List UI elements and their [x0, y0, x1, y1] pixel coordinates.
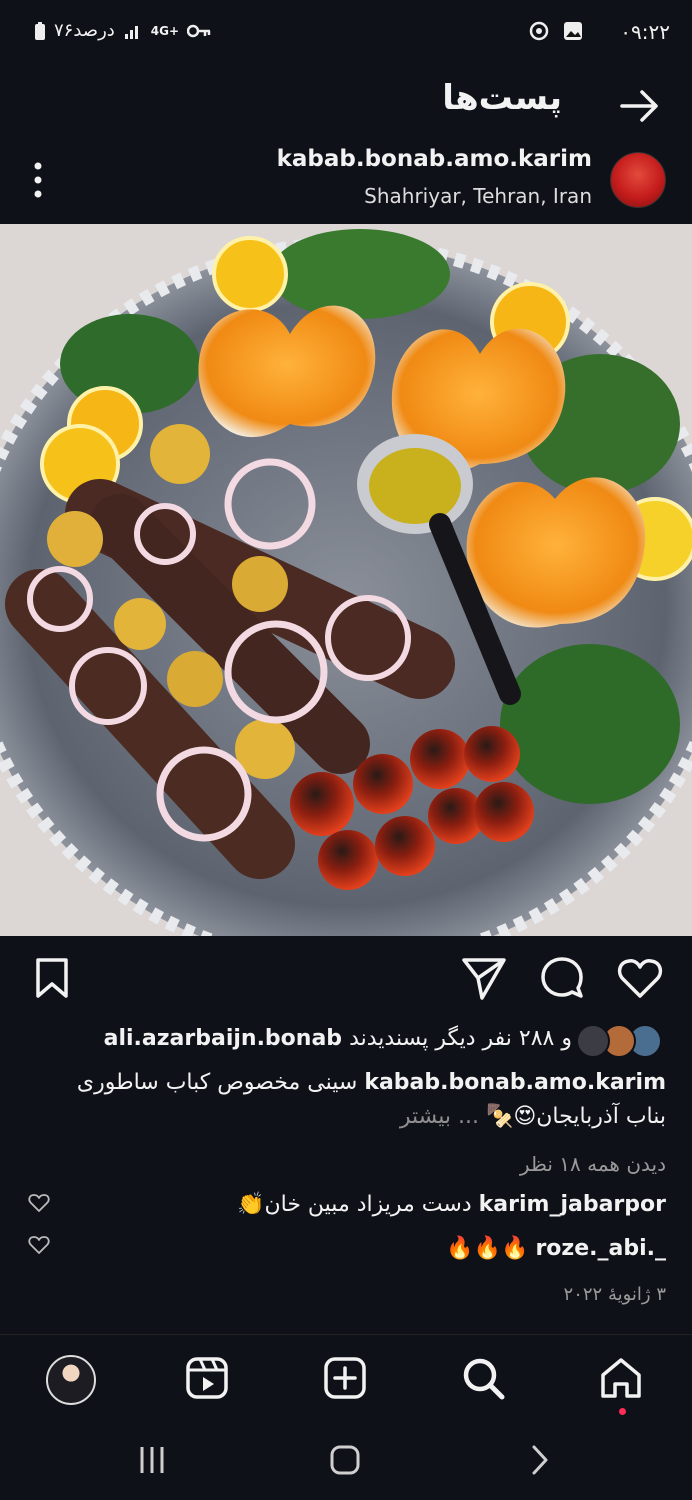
key-icon	[187, 24, 211, 37]
comment-text: دست مریزاد مبین خان👏	[237, 1192, 472, 1217]
bottom-nav	[0, 1334, 692, 1425]
likes-suffix: و ۲۸۸ نفر دیگر پسندیدند	[349, 1026, 572, 1051]
avatar[interactable]	[46, 1355, 96, 1405]
notification-dot	[619, 1408, 626, 1415]
avatar[interactable]	[610, 152, 666, 208]
bookmark-icon[interactable]	[28, 954, 76, 1002]
post-location[interactable]: Shahriyar, Tehran, Iran	[364, 184, 592, 208]
likes-text: و ۲۸۸ نفر دیگر پسندیدند ali.azarbaijn.bo…	[104, 1026, 572, 1051]
status-left: ۷۶درصد 4G+	[34, 20, 211, 41]
post-caption: kabab.bonab.amo.karim سینی مخصوص کباب سا…	[26, 1066, 666, 1134]
battery-icon	[35, 21, 45, 40]
post-header: kabab.bonab.amo.karim Shahriyar, Tehran,…	[0, 140, 692, 224]
add-icon[interactable]	[322, 1355, 368, 1401]
comment-item: karim_jabarpor دست مریزاد مبین خان👏	[237, 1192, 666, 1217]
view-comments-link[interactable]: دیدن همه ۱۸ نظر	[520, 1152, 666, 1176]
liked-by-user[interactable]: ali.azarbaijn.bonab	[104, 1026, 342, 1051]
vpn-icon	[529, 21, 549, 41]
gallery-icon	[564, 22, 582, 40]
comment-text: 🔥🔥🔥	[446, 1236, 529, 1261]
comment-username[interactable]: _.roze._abi	[535, 1236, 666, 1261]
post-date: ۳ ژانویهٔ ۲۰۲۲	[563, 1284, 666, 1305]
recents-icon[interactable]	[136, 1444, 168, 1476]
kebab-icon[interactable]	[32, 160, 44, 200]
page-title: پست‌ها	[442, 78, 562, 118]
heart-icon[interactable]	[28, 1234, 50, 1256]
network-label: 4G+	[150, 23, 180, 38]
status-right-icons	[528, 20, 584, 42]
more-link[interactable]: ... بیشتر	[400, 1104, 479, 1129]
back-nav-icon[interactable]	[524, 1444, 556, 1476]
arrow-right-icon[interactable]	[618, 84, 662, 128]
home-button-icon[interactable]	[329, 1444, 361, 1476]
post-image[interactable]	[0, 224, 692, 936]
system-nav	[0, 1424, 692, 1500]
post-username[interactable]: kabab.bonab.amo.karim	[277, 146, 592, 172]
battery-percent: ۷۶درصد	[54, 20, 115, 41]
caption-username[interactable]: kabab.bonab.amo.karim	[364, 1070, 666, 1095]
send-icon[interactable]	[460, 954, 508, 1002]
reels-icon[interactable]	[184, 1355, 230, 1401]
status-bar: ۷۶درصد 4G+ ۰۹:۲۲	[0, 0, 692, 64]
home-icon[interactable]	[598, 1355, 644, 1401]
comment-username[interactable]: karim_jabarpor	[479, 1192, 666, 1217]
top-bar: پست‌ها	[0, 70, 692, 140]
food-photo	[0, 224, 692, 936]
clock: ۰۹:۲۲	[620, 20, 670, 44]
caption-line-2: بناب آذربایجان😍🍢	[485, 1104, 666, 1129]
post-actions	[0, 936, 692, 1016]
search-icon[interactable]	[460, 1355, 506, 1401]
caption-line-1: سینی مخصوص کباب ساطوری	[76, 1070, 358, 1095]
comment-icon[interactable]	[538, 954, 586, 1002]
comment-item: _.roze._abi 🔥🔥🔥	[446, 1236, 666, 1261]
heart-icon[interactable]	[616, 954, 664, 1002]
likes-row[interactable]: و ۲۸۸ نفر دیگر پسندیدند ali.azarbaijn.bo…	[0, 1018, 692, 1062]
signal-icon	[124, 25, 138, 39]
heart-icon[interactable]	[28, 1192, 50, 1214]
liker-avatar	[576, 1024, 610, 1058]
